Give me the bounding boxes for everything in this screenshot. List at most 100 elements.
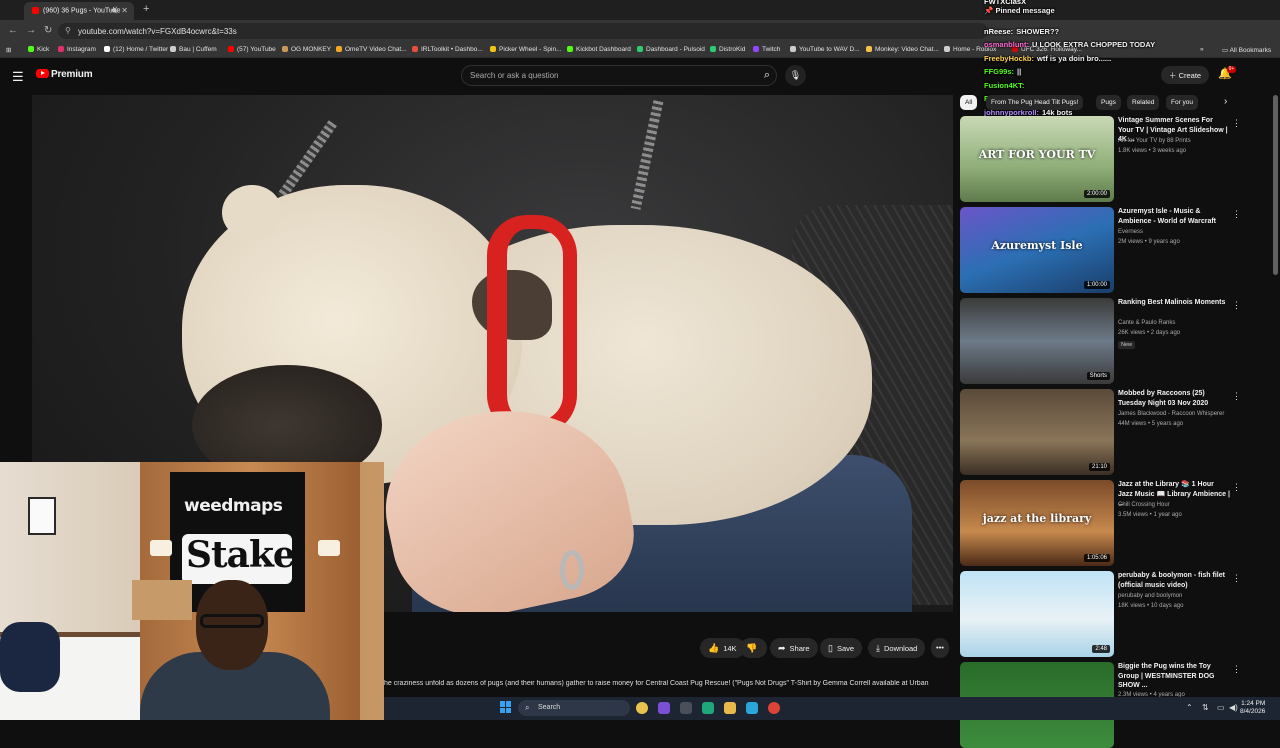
browser-tab[interactable]: (960) 36 Pugs - YouTube ◀) ✕: [24, 2, 134, 20]
more-options-icon[interactable]: ⋮: [1232, 300, 1241, 311]
recommendation-item[interactable]: Shorts Ranking Best Malinois Moments Cante…: [960, 298, 1275, 384]
recommendation-title[interactable]: Biggie the Pug wins the Toy Group | WEST…: [1118, 662, 1230, 691]
more-options-icon[interactable]: ⋮: [1232, 118, 1241, 129]
site-info-icon[interactable]: ⚲: [65, 26, 71, 35]
download-button[interactable]: ⤓ Download: [868, 638, 926, 658]
app3-taskbar-icon[interactable]: [702, 702, 714, 714]
network-icon[interactable]: ⇅: [1202, 703, 1209, 712]
dislike-button[interactable]: 👎: [740, 638, 768, 658]
reload-icon[interactable]: ↻: [44, 25, 52, 36]
pinned-message: 📌 Pinned message: [984, 6, 1055, 15]
all-bookmarks[interactable]: ▭ All Bookmarks: [1222, 46, 1271, 54]
chip-3[interactable]: Related: [1127, 95, 1160, 110]
sidebar-scrollbar[interactable]: [1273, 95, 1278, 275]
bookmark-item[interactable]: Twitch: [753, 46, 780, 53]
app2-taskbar-icon[interactable]: [680, 702, 692, 714]
file-explorer-taskbar-icon[interactable]: [724, 702, 736, 714]
app-taskbar-icon[interactable]: [658, 702, 670, 714]
bookmark-item[interactable]: DistroKid: [710, 46, 745, 53]
recommendation-item[interactable]: Azuremyst Isle 1:00:00 Azuremyst Isle - Mu…: [960, 207, 1275, 293]
chip-0[interactable]: All: [960, 95, 978, 110]
bookmark-item[interactable]: (57) YouTube: [228, 46, 276, 53]
recommendation-channel[interactable]: Chill Crossing Hour: [1118, 502, 1170, 508]
recommendation-item[interactable]: 2:48 perubaby & boolymon - fish filet (of…: [960, 571, 1275, 657]
display-icon[interactable]: ▭: [1217, 703, 1225, 712]
all-bookmarks-label: All Bookmarks: [1229, 47, 1272, 54]
youtube-logo[interactable]: Premium: [36, 69, 93, 80]
url-bar[interactable]: ⚲ youtube.com/watch?v=FGXdB4ocwrc&t=33s: [58, 23, 988, 39]
video-description[interactable]: he craziness unfold as dozens of pugs (a…: [384, 680, 954, 687]
bookmark-item[interactable]: YouTube to WAV D...: [790, 46, 860, 53]
chat-username: FFG99s:: [984, 67, 1015, 76]
recommendation-title[interactable]: perubaby & boolymon - fish filet (offici…: [1118, 571, 1230, 590]
recommendation-channel[interactable]: perubaby and boolymon: [1118, 593, 1182, 599]
bookmark-favicon-icon: [104, 46, 110, 52]
app4-taskbar-icon[interactable]: [746, 702, 758, 714]
taskbar-search[interactable]: ⌕ Search: [518, 700, 630, 716]
search-input[interactable]: Search or ask a question ⌕: [461, 65, 777, 86]
back-icon[interactable]: ←: [8, 25, 18, 36]
system-clock[interactable]: 1:24 PM 8/4/2026: [1240, 700, 1265, 716]
recommendation-title[interactable]: Ranking Best Malinois Moments: [1118, 298, 1230, 308]
share-button[interactable]: ➦ Share: [770, 638, 818, 658]
recommendation-channel[interactable]: James Blackwood - Raccoon Whisperer: [1118, 411, 1224, 417]
recommendation-channel[interactable]: Everness: [1118, 229, 1143, 235]
new-tab-icon[interactable]: +: [143, 3, 149, 15]
tray-chevron-icon[interactable]: ⌃: [1186, 703, 1193, 712]
bookmark-item[interactable]: Instagram: [58, 46, 96, 53]
close-tab-icon[interactable]: ✕: [121, 6, 128, 15]
recommendation-item[interactable]: ART FOR YOUR TV 2:00:00 Vintage Summer Sce…: [960, 116, 1275, 202]
bookmark-favicon-icon: [866, 46, 872, 52]
recommendation-title[interactable]: Mobbed by Raccoons (25) Tuesday Night 03…: [1118, 389, 1230, 408]
microphone-icon[interactable]: 🎙: [785, 65, 806, 86]
recommendation-meta: 3.5M views • 1 year ago: [1118, 512, 1182, 518]
bookmark-item[interactable]: Kick: [28, 46, 49, 53]
chrome-taskbar-icon[interactable]: [636, 702, 648, 714]
bookmark-item[interactable]: IRLToolkit • Dashbo...: [412, 46, 483, 53]
notification-count-badge: 9+: [1227, 66, 1236, 73]
chat-username: FreebyHockb:: [984, 53, 1035, 63]
chip-2[interactable]: Pugs: [1096, 95, 1121, 110]
cam-lamp-left: [150, 540, 172, 556]
more-options-icon[interactable]: ⋮: [1232, 391, 1241, 402]
chrome2-taskbar-icon[interactable]: [768, 702, 780, 714]
recommendation-thumbnail[interactable]: jazz at the library 1:05:06: [960, 480, 1114, 566]
bookmark-item[interactable]: OmeTV Video Chat...: [336, 46, 407, 53]
bookmark-item[interactable]: Picker Wheel - Spin...: [490, 46, 562, 53]
bookmark-item[interactable]: (12) Home / Twitter: [104, 46, 168, 53]
bookmark-item[interactable]: Kickbot Dashboard: [567, 46, 631, 53]
bookmark-favicon-icon: [944, 46, 950, 52]
menu-icon[interactable]: ☰: [12, 69, 24, 85]
recommendation-thumbnail[interactable]: ART FOR YOUR TV 2:00:00: [960, 116, 1114, 202]
chip-1[interactable]: From The Pug Head Tilt Pugs!: [986, 95, 1084, 110]
recommendation-channel[interactable]: Art for Your TV by 88 Prints: [1118, 138, 1191, 144]
recommendation-channel[interactable]: Cante & Paulo Ranks: [1118, 320, 1175, 326]
audio-icon[interactable]: ◀): [110, 6, 118, 14]
forward-icon[interactable]: →: [26, 25, 36, 36]
chip-4[interactable]: For you: [1166, 95, 1199, 110]
bookmark-item[interactable]: Dashboard - Pulsoid: [637, 46, 705, 53]
bookmark-favicon-icon: [753, 46, 759, 52]
bookmark-item[interactable]: Bau | Cuffem: [170, 46, 217, 53]
search-icon[interactable]: ⌕: [764, 69, 770, 82]
chips-next-icon[interactable]: ›: [1224, 96, 1227, 107]
more-options-icon[interactable]: ⋮: [1232, 482, 1241, 493]
recommendation-thumbnail[interactable]: 21:10: [960, 389, 1114, 475]
start-icon[interactable]: [500, 701, 512, 713]
save-button[interactable]: ▯ Save: [820, 638, 863, 658]
recommendation-thumbnail[interactable]: 2:48: [960, 571, 1114, 657]
bookmark-item[interactable]: Monkey: Video Chat...: [866, 46, 939, 53]
more-options-icon[interactable]: ⋮: [1232, 209, 1241, 220]
recommendation-thumbnail[interactable]: Azuremyst Isle 1:00:00: [960, 207, 1114, 293]
recommendation-thumbnail[interactable]: Shorts: [960, 298, 1114, 384]
recommendation-item[interactable]: jazz at the library 1:05:06 Jazz at the Li…: [960, 480, 1275, 566]
like-button[interactable]: 👍 14K: [700, 638, 745, 658]
volume-icon[interactable]: ◀): [1229, 703, 1238, 712]
bookmark-item[interactable]: OG MONKEY: [282, 46, 331, 53]
more-options-icon[interactable]: ⋮: [1232, 664, 1241, 675]
more-actions-button[interactable]: •••: [931, 638, 949, 658]
apps-icon[interactable]: ⊞: [6, 46, 11, 54]
more-options-icon[interactable]: ⋮: [1232, 573, 1241, 584]
recommendation-item[interactable]: 21:10 Mobbed by Raccoons (25) Tuesday Nig…: [960, 389, 1275, 475]
recommendation-title[interactable]: Azuremyst Isle - Music & Ambience - Worl…: [1118, 207, 1230, 226]
